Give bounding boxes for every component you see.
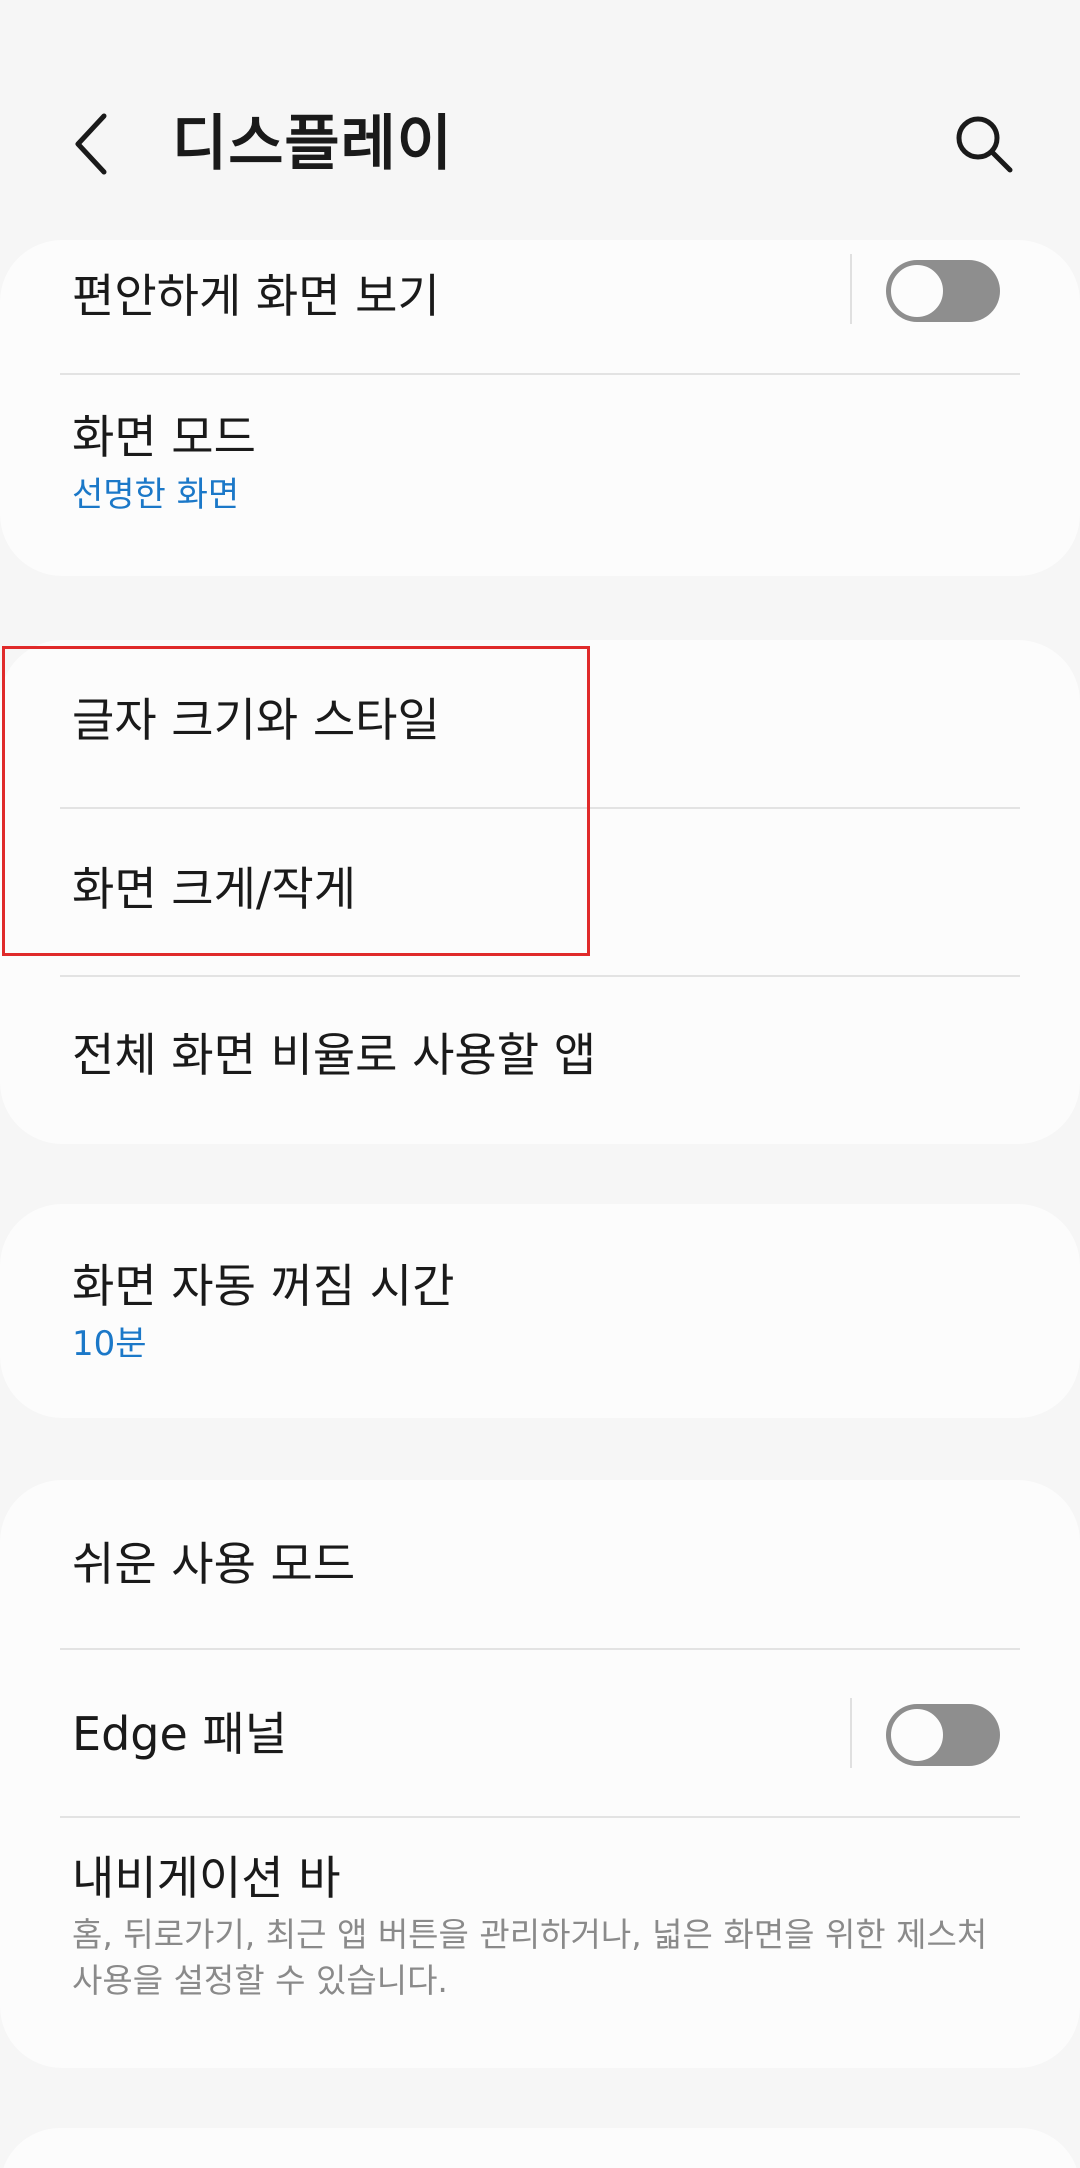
fullscreen-apps-row[interactable]: 전체 화면 비율로 사용할 앱 — [0, 977, 1080, 1144]
screen-mode-value: 선명한 화면 — [72, 475, 240, 515]
navigation-bar-description: 홈, 뒤로가기, 최근 앱 버튼을 관리하거나, 넓은 화면을 위한 제스처 사… — [72, 1915, 988, 2000]
settings-card-next — [0, 2128, 1080, 2168]
edge-panels-row[interactable]: Edge 패널 — [0, 1650, 1080, 1816]
fullscreen-apps-label: 전체 화면 비율로 사용할 앱 — [72, 1028, 597, 1082]
toggle-separator — [850, 1698, 852, 1768]
screen-timeout-value: 10분 — [72, 1324, 147, 1364]
settings-card-misc: 쉬운 사용 모드 Edge 패널 내비게이션 바 홈, 뒤로가기, 최근 앱 버… — [0, 1480, 1080, 2068]
screen-mode-row[interactable]: 화면 모드 선명한 화면 — [0, 375, 1080, 576]
easy-mode-label: 쉬운 사용 모드 — [72, 1537, 356, 1591]
navigation-bar-label: 내비게이션 바 — [72, 1851, 341, 1905]
screen-timeout-row[interactable]: 화면 자동 꺼짐 시간 10분 — [0, 1204, 1080, 1418]
navigation-bar-row[interactable]: 내비게이션 바 홈, 뒤로가기, 최근 앱 버튼을 관리하거나, 넓은 화면을 … — [0, 1818, 1080, 2068]
search-button[interactable] — [950, 110, 1020, 180]
settings-card-comfort: 편안하게 화면 보기 화면 모드 선명한 화면 — [0, 240, 1080, 576]
eye-comfort-row[interactable]: 편안하게 화면 보기 — [0, 240, 1080, 374]
settings-card-timeout: 화면 자동 꺼짐 시간 10분 — [0, 1204, 1080, 1418]
toggle-separator — [850, 254, 852, 324]
edge-panels-label: Edge 패널 — [72, 1707, 288, 1761]
toggle-knob — [888, 1706, 946, 1764]
easy-mode-row[interactable]: 쉬운 사용 모드 — [0, 1480, 1080, 1648]
app-bar: 디스플레이 — [0, 0, 1080, 240]
highlight-box — [2, 646, 590, 956]
screen-mode-label: 화면 모드 — [72, 410, 256, 464]
screen-timeout-label: 화면 자동 꺼짐 시간 — [72, 1259, 455, 1313]
search-icon — [956, 116, 1013, 173]
toggle-knob — [888, 262, 946, 320]
back-button[interactable] — [62, 108, 122, 180]
edge-panels-toggle[interactable] — [886, 1704, 1000, 1766]
eye-comfort-toggle[interactable] — [886, 260, 1000, 322]
page-title: 디스플레이 — [172, 109, 453, 179]
eye-comfort-label: 편안하게 화면 보기 — [72, 269, 440, 323]
chevron-left-icon — [75, 113, 107, 175]
